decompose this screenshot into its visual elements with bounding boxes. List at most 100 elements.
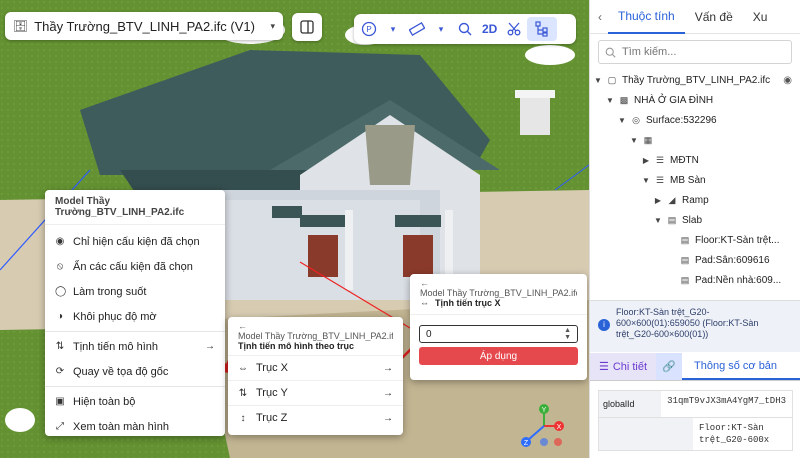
tab-detail[interactable]: ☰ Chi tiết bbox=[590, 353, 656, 380]
tree-node-pad-nen[interactable]: ▤ Pad:Nền nhà:609... bbox=[590, 270, 800, 290]
tab-more[interactable]: Xu bbox=[743, 0, 778, 34]
chevron-down-icon: ▾ bbox=[438, 23, 444, 34]
context-menu: Model Thầy Trường_BTV_LINH_PA2.ifc ◉ Chỉ … bbox=[45, 190, 225, 436]
measure-dropdown[interactable]: ▾ bbox=[430, 17, 452, 41]
tree-node-ramp[interactable]: ▶ ◢ Ramp bbox=[590, 190, 800, 210]
circle-icon: ◯ bbox=[55, 286, 67, 297]
chevron-right-icon[interactable]: ▶ bbox=[642, 156, 650, 165]
tab-basic-params[interactable]: Thông số cơ bản bbox=[682, 353, 800, 380]
file-icon: 🗄 bbox=[13, 19, 29, 33]
split-view-icon bbox=[300, 20, 314, 34]
menu-item-fullscreen[interactable]: ⤢ Xem toàn màn hình bbox=[45, 414, 225, 439]
chevron-down-icon: ▾ bbox=[390, 23, 396, 34]
context-menu-header: Model Thầy Trường_BTV_LINH_PA2.ifc bbox=[45, 190, 225, 225]
axis-x-icon: ⇔ bbox=[420, 298, 429, 308]
tree-node-floor[interactable]: ▤ Floor:KT-Sàn trệt... bbox=[590, 230, 800, 250]
translate-x-panel: ← Model Thầy Trường_BTV_LINH_PA2.ifc ⇔ Tị… bbox=[410, 274, 587, 380]
menu-divider bbox=[45, 386, 225, 387]
view-2d-button[interactable]: 2D bbox=[478, 17, 501, 41]
tree-node-building[interactable]: ▼ ▩ NHÀ Ở GIA ĐÌNH bbox=[590, 90, 800, 110]
list-icon: ☰ bbox=[655, 174, 665, 185]
axis-y-icon: ⇅ bbox=[238, 387, 248, 399]
selected-element-text: Floor:KT-Sàn trệt_G20-600×600(01):659050… bbox=[616, 307, 759, 339]
menu-item-reset-origin[interactable]: ⟳ Quay về tọa độ gốc bbox=[45, 359, 225, 384]
search-input[interactable] bbox=[622, 46, 785, 58]
projection-dropdown[interactable]: ▾ bbox=[382, 17, 404, 41]
property-table: globalId 31qmT9vJX3mA4YgM7_tDH3 Floor:KT… bbox=[590, 390, 800, 451]
tab-link[interactable]: 🔗 bbox=[656, 353, 682, 380]
chevron-down-icon[interactable]: ▼ bbox=[606, 96, 614, 105]
chevron-down-icon[interactable]: ▼ bbox=[654, 216, 662, 225]
file-icon: ▢ bbox=[607, 74, 617, 85]
chevron-left-icon[interactable]: ‹ bbox=[590, 10, 608, 24]
half-circle-icon: ◑ bbox=[56, 311, 64, 322]
eye-icon: ◉ bbox=[55, 236, 65, 247]
chevron-down-icon[interactable]: ▼ bbox=[630, 136, 638, 145]
link-icon: 🔗 bbox=[662, 361, 676, 373]
submenu-item-axis-z[interactable]: ↕ Trục Z → bbox=[228, 405, 403, 430]
ramp-icon: ◢ bbox=[668, 194, 676, 205]
tree-node-mb-san[interactable]: ▼ ☰ MB Sàn bbox=[590, 170, 800, 190]
apply-button[interactable]: Áp dụng bbox=[419, 347, 578, 365]
group-icon: ▦ bbox=[643, 134, 653, 145]
selected-element-info: i Floor:KT-Sàn trệt_G20-600×600(01):6590… bbox=[590, 300, 800, 352]
perspective-icon: P bbox=[361, 21, 377, 37]
panel-header-model: Model Thầy Trường_BTV_LINH_PA2.ifc bbox=[420, 288, 577, 298]
submenu-header-title: Tịnh tiến mô hình theo trục bbox=[238, 341, 354, 351]
scissors-icon bbox=[507, 22, 521, 36]
submenu-item-axis-y[interactable]: ⇅ Trục Y → bbox=[228, 380, 403, 405]
axis-z-icon: ↕ bbox=[240, 412, 246, 424]
chevron-down-icon[interactable]: ▼ bbox=[618, 116, 626, 125]
axis-x-icon: ⇔ bbox=[238, 362, 248, 374]
menu-item-show-selected[interactable]: ◉ Chỉ hiện cấu kiện đã chọn bbox=[45, 229, 225, 254]
eye-off-icon: ⦸ bbox=[56, 261, 64, 272]
tab-issues[interactable]: Vấn đề bbox=[685, 0, 743, 34]
menu-item-transparent[interactable]: ◯ Làm trong suốt bbox=[45, 279, 225, 304]
tree-node-slab[interactable]: ▼ ▤ Slab bbox=[590, 210, 800, 230]
chevron-down-icon[interactable]: ▼ bbox=[594, 76, 602, 85]
svg-text:P: P bbox=[366, 25, 371, 34]
properties-sidebar: ‹ Thuộc tính Vấn đề Xu ▼▢Thầy Trường_BTV… bbox=[589, 0, 800, 458]
file-title-dropdown[interactable]: 🗄 Thầy Trường_BTV_LINH_PA2.ifc (V1) ▾ bbox=[5, 12, 283, 40]
menu-item-hide-selected[interactable]: ⦸ Ẩn các cấu kiện đã chọn bbox=[45, 254, 225, 279]
translate-value-input[interactable]: 0 ▲ ▼ bbox=[419, 325, 578, 343]
list-icon: ☰ bbox=[655, 154, 665, 165]
model-tree-button[interactable] bbox=[527, 17, 558, 41]
arrow-right-icon: → bbox=[205, 341, 215, 352]
menu-item-restore-opacity[interactable]: ◑ Khôi phục độ mờ bbox=[45, 304, 225, 329]
menu-item-translate-model[interactable]: ⇅ Tịnh tiến mô hình → bbox=[45, 334, 225, 359]
viewer-toolbar: P ▾ ▾ 2D bbox=[354, 14, 576, 44]
stepper-icon[interactable]: ▲ ▼ bbox=[564, 327, 571, 341]
chevron-right-icon[interactable]: ▶ bbox=[654, 196, 662, 205]
section-cut-button[interactable] bbox=[503, 17, 525, 41]
file-title: Thầy Trường_BTV_LINH_PA2.ifc (V1) bbox=[34, 18, 255, 34]
back-arrow-icon[interactable]: ← bbox=[420, 278, 577, 288]
list-icon: ☰ bbox=[598, 361, 609, 373]
split-view-button[interactable] bbox=[292, 13, 322, 41]
slab-icon: ▤ bbox=[680, 274, 690, 285]
back-arrow-icon[interactable]: ← bbox=[238, 321, 393, 331]
menu-item-show-all[interactable]: ▣ Hiện toàn bộ bbox=[45, 389, 225, 414]
search-box[interactable] bbox=[598, 40, 792, 64]
zoom-button[interactable] bbox=[454, 17, 476, 41]
measure-button[interactable] bbox=[406, 17, 428, 41]
detail-tabs: ☰ Chi tiết 🔗 Thông số cơ bản bbox=[590, 353, 800, 381]
arrow-right-icon: → bbox=[383, 387, 393, 399]
slab-icon: ▤ bbox=[680, 254, 690, 265]
tree-node-file[interactable]: ▼ ▢ Thầy Trường_BTV_LINH_PA2.ifc ◉ bbox=[590, 70, 800, 90]
tree-node-mdtn[interactable]: ▶ ☰ MĐTN bbox=[590, 150, 800, 170]
translate-value: 0 bbox=[426, 328, 432, 340]
tree-node-surface[interactable]: ▼ ◎ Surface:532296 bbox=[590, 110, 800, 130]
projection-button[interactable]: P bbox=[358, 17, 380, 41]
svg-text:Y: Y bbox=[542, 407, 547, 414]
axis-gizmo[interactable]: Y X Z bbox=[514, 402, 564, 450]
tab-properties[interactable]: Thuộc tính bbox=[608, 0, 685, 34]
3d-viewport[interactable]: Y X Z 🗄 Thầy Trường_BTV_LINH_PA2.ifc (V1… bbox=[0, 0, 589, 458]
panel-header-row: ⇔ Tịnh tiến trục X bbox=[420, 298, 577, 308]
submenu-item-axis-x[interactable]: ⇔ Trục X → bbox=[228, 355, 403, 380]
tree-node-pad-san[interactable]: ▤ Pad:Sân:609616 bbox=[590, 250, 800, 270]
chevron-down-icon[interactable]: ▼ bbox=[642, 176, 650, 185]
submenu-header-model: Model Thầy Trường_BTV_LINH_PA2.ifc bbox=[238, 331, 393, 341]
tree-node-group[interactable]: ▼ ▦ bbox=[590, 130, 800, 150]
eye-icon[interactable]: ◉ bbox=[783, 75, 800, 86]
